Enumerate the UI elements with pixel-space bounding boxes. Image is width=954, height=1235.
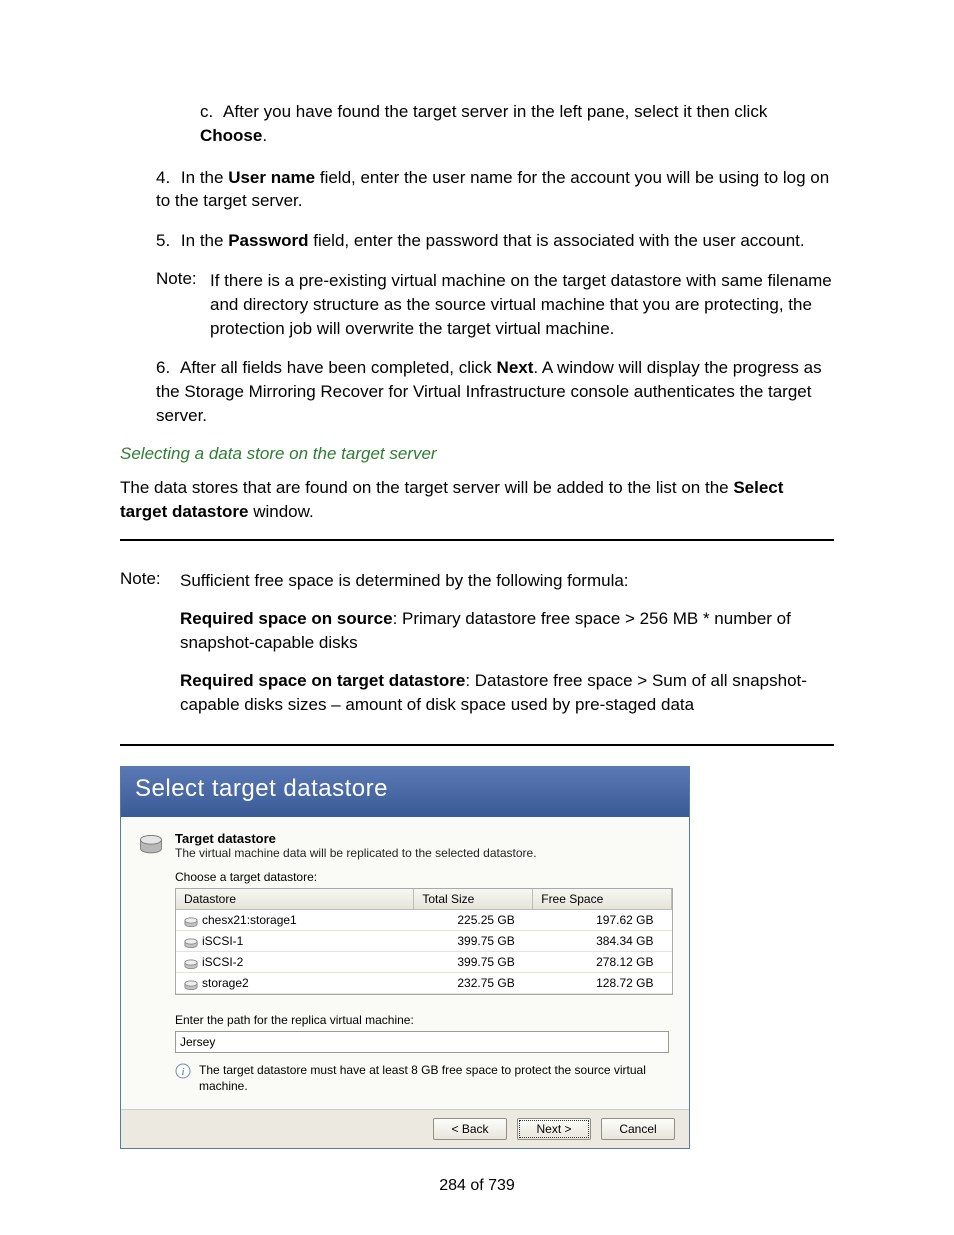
- step-marker: c.: [200, 102, 213, 121]
- free-space: 197.62 GB: [533, 910, 672, 931]
- total-size: 399.75 GB: [414, 952, 533, 973]
- info-text: The target datastore must have at least …: [199, 1063, 673, 1094]
- total-size: 225.25 GB: [414, 910, 533, 931]
- step-text: In the User name field, enter the user n…: [156, 168, 829, 211]
- step-5: 5. In the Password field, enter the pass…: [156, 229, 834, 253]
- svg-text:i: i: [181, 1066, 184, 1078]
- free-space: 384.34 GB: [533, 931, 672, 952]
- step-text: After you have found the target server i…: [200, 102, 767, 145]
- disk-icon: [184, 958, 198, 968]
- free-space: 128.72 GB: [533, 973, 672, 994]
- table-row[interactable]: iSCSI-2 399.75 GB278.12 GB: [176, 952, 672, 973]
- note-body: Sufficient free space is determined by t…: [180, 569, 834, 716]
- sub-step-c: c. After you have found the target serve…: [200, 100, 834, 148]
- back-button[interactable]: < Back: [433, 1118, 507, 1140]
- col-total-size[interactable]: Total Size: [414, 889, 533, 910]
- choose-datastore-label: Choose a target datastore:: [175, 870, 673, 884]
- disk-icon: [184, 979, 198, 989]
- replica-path-input[interactable]: [175, 1031, 669, 1053]
- datastore-name: iSCSI-1: [202, 934, 243, 948]
- dialog-select-target-datastore: Select target datastore Target datastore…: [120, 766, 690, 1148]
- col-free-space[interactable]: Free Space: [533, 889, 672, 910]
- free-space: 278.12 GB: [533, 952, 672, 973]
- info-note: i The target datastore must have at leas…: [175, 1063, 673, 1094]
- datastore-name: chesx21:storage1: [202, 913, 297, 927]
- note-label: Note:: [156, 269, 206, 289]
- note-label: Note:: [120, 569, 176, 589]
- step-marker: 4.: [156, 168, 170, 187]
- note-block-formula: Note: Sufficient free space is determine…: [120, 539, 834, 746]
- info-icon: i: [175, 1063, 191, 1079]
- note-body: If there is a pre-existing virtual machi…: [210, 269, 834, 340]
- col-datastore[interactable]: Datastore: [176, 889, 414, 910]
- step-4: 4. In the User name field, enter the use…: [156, 166, 834, 214]
- note-preexisting: Note: If there is a pre-existing virtual…: [156, 269, 834, 340]
- step-text: In the Password field, enter the passwor…: [181, 231, 805, 250]
- next-button[interactable]: Next >: [517, 1118, 591, 1140]
- cancel-button[interactable]: Cancel: [601, 1118, 675, 1140]
- section-title: Target datastore: [175, 831, 537, 846]
- total-size: 232.75 GB: [414, 973, 533, 994]
- total-size: 399.75 GB: [414, 931, 533, 952]
- dialog-title: Select target datastore: [121, 767, 689, 817]
- step-text: After all fields have been completed, cl…: [156, 358, 822, 425]
- datastore-icon: [137, 831, 165, 859]
- step-marker: 6.: [156, 358, 170, 377]
- table-row[interactable]: chesx21:storage1 225.25 GB197.62 GB: [176, 910, 672, 931]
- table-row[interactable]: storage2 232.75 GB128.72 GB: [176, 973, 672, 994]
- datastore-name: iSCSI-2: [202, 955, 243, 969]
- section-subtitle: The virtual machine data will be replica…: [175, 846, 537, 860]
- page-number: 284 of 739: [120, 1177, 834, 1195]
- table-row[interactable]: iSCSI-1 399.75 GB384.34 GB: [176, 931, 672, 952]
- disk-icon: [184, 916, 198, 926]
- datastore-table[interactable]: Datastore Total Size Free Space chesx21:…: [175, 888, 673, 995]
- datastore-name: storage2: [202, 976, 249, 990]
- enter-path-label: Enter the path for the replica virtual m…: [175, 1013, 673, 1027]
- step-marker: 5.: [156, 231, 170, 250]
- disk-icon: [184, 937, 198, 947]
- section-heading: Selecting a data store on the target ser…: [120, 444, 834, 464]
- intro-paragraph: The data stores that are found on the ta…: [120, 476, 834, 524]
- step-6: 6. After all fields have been completed,…: [156, 356, 834, 427]
